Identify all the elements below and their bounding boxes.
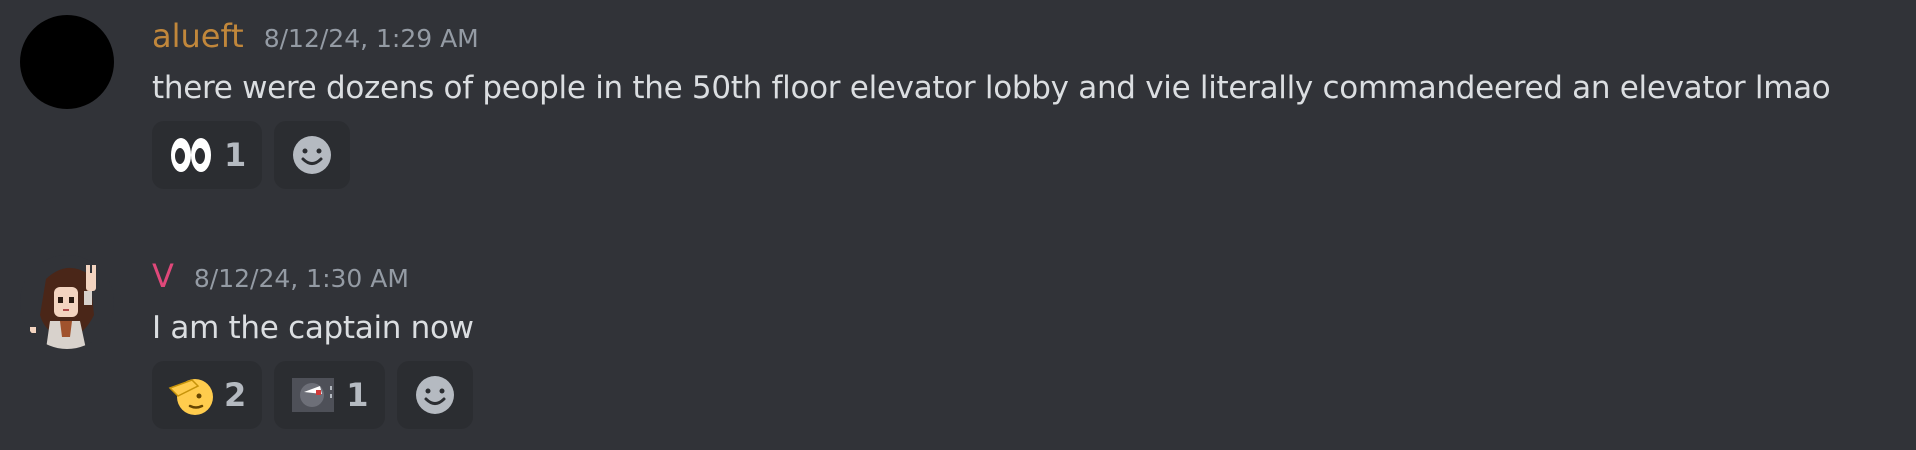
reaction-custom-emoji[interactable]: 1: [274, 361, 385, 429]
avatar[interactable]: [20, 15, 114, 109]
message-header: V 8/12/24, 1:30 AM: [152, 254, 409, 298]
avatar[interactable]: [20, 255, 114, 349]
reaction-eyes[interactable]: 1: [152, 121, 263, 189]
timestamp[interactable]: 8/12/24, 1:30 AM: [194, 257, 409, 301]
reaction-saluting-face[interactable]: 2: [152, 361, 263, 429]
reaction-count: 2: [224, 376, 247, 414]
username[interactable]: V: [152, 254, 174, 298]
message-content: I am the captain now: [152, 310, 474, 346]
reaction-count: 1: [346, 376, 369, 414]
message-content: there were dozens of people in the 50th …: [152, 70, 1831, 106]
smile-icon: [412, 372, 458, 418]
eyes-icon: [168, 132, 214, 178]
reactions-bar: 1: [152, 121, 351, 189]
timestamp[interactable]: 8/12/24, 1:29 AM: [264, 17, 479, 61]
smile-icon: [289, 132, 335, 178]
username[interactable]: alueft: [152, 14, 244, 58]
add-reaction-button[interactable]: [396, 361, 473, 429]
saluting-face-icon: [168, 372, 214, 418]
message-header: alueft 8/12/24, 1:29 AM: [152, 14, 479, 58]
reaction-count: 1: [224, 136, 247, 174]
custom-emoji-icon: [290, 372, 336, 418]
add-reaction-button[interactable]: [274, 121, 351, 189]
reactions-bar: 2 1: [152, 361, 473, 429]
